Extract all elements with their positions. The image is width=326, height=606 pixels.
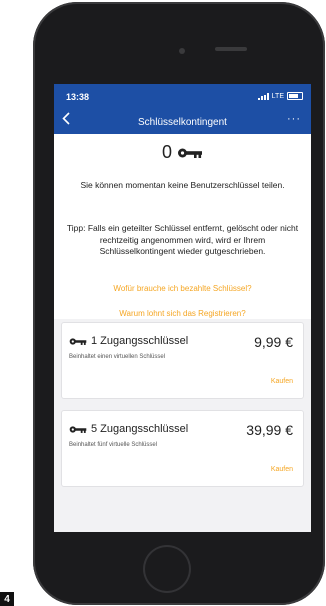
key-icon: [69, 425, 87, 433]
more-options-button[interactable]: ···: [287, 113, 301, 125]
key-count-value: 0: [161, 142, 172, 162]
carrier-label: LTE: [271, 92, 284, 100]
key-icon: [178, 148, 202, 158]
info-message: Sie können momentan keine Benutzerschlüs…: [80, 180, 285, 190]
product-card: 5 Zugangsschlüssel 39,99 € Beinhaltet fü…: [61, 410, 304, 487]
buy-button[interactable]: Kaufen: [271, 466, 293, 473]
product-title-label: 5 Zugangsschlüssel: [91, 423, 189, 435]
product-title: 1 Zugangsschlüssel: [69, 335, 188, 347]
main-content: 0 Sie können momentan keine Benutzerschl…: [54, 134, 311, 532]
home-button[interactable]: [145, 547, 189, 591]
key-count: 0: [54, 142, 311, 163]
battery-icon: [287, 92, 303, 100]
page-title: Schlüsselkontingent: [138, 116, 227, 128]
product-title-label: 1 Zugangsschlüssel: [91, 335, 189, 347]
status-time: 13:38: [66, 92, 90, 102]
app-screen: 13:38 LTE Schlüsselkontingent ··· 0 Sie …: [54, 84, 311, 532]
back-button[interactable]: [62, 112, 70, 130]
why-paid-keys-link[interactable]: Wofür brauche ich bezahlte Schlüssel?: [54, 284, 311, 293]
key-icon: [69, 337, 87, 345]
product-card: 1 Zugangsschlüssel 9,99 € Beinhaltet ein…: [61, 322, 304, 399]
camera-dot: [179, 48, 185, 54]
why-register-link[interactable]: Warum lohnt sich das Registrieren?: [54, 309, 311, 318]
product-price: 39,99 €: [246, 422, 293, 438]
product-description: Beinhaltet einen virtuellen Schlüssel: [69, 354, 166, 360]
signal-icon: [257, 92, 269, 100]
status-bar: 13:38 LTE: [54, 84, 311, 110]
chevron-left-icon: [62, 112, 70, 125]
buy-button[interactable]: Kaufen: [271, 378, 293, 385]
navigation-bar: Schlüsselkontingent ···: [54, 110, 311, 134]
earpiece-speaker: [215, 47, 247, 51]
status-indicators: LTE: [257, 92, 303, 100]
product-title: 5 Zugangsschlüssel: [69, 423, 188, 435]
product-description: Beinhaltet fünf virtuelle Schlüssel: [69, 442, 158, 448]
tip-message: Tipp: Falls ein geteilter Schlüssel entf…: [66, 223, 299, 256]
step-number-badge: 4: [0, 592, 14, 606]
product-price: 9,99 €: [254, 334, 293, 350]
